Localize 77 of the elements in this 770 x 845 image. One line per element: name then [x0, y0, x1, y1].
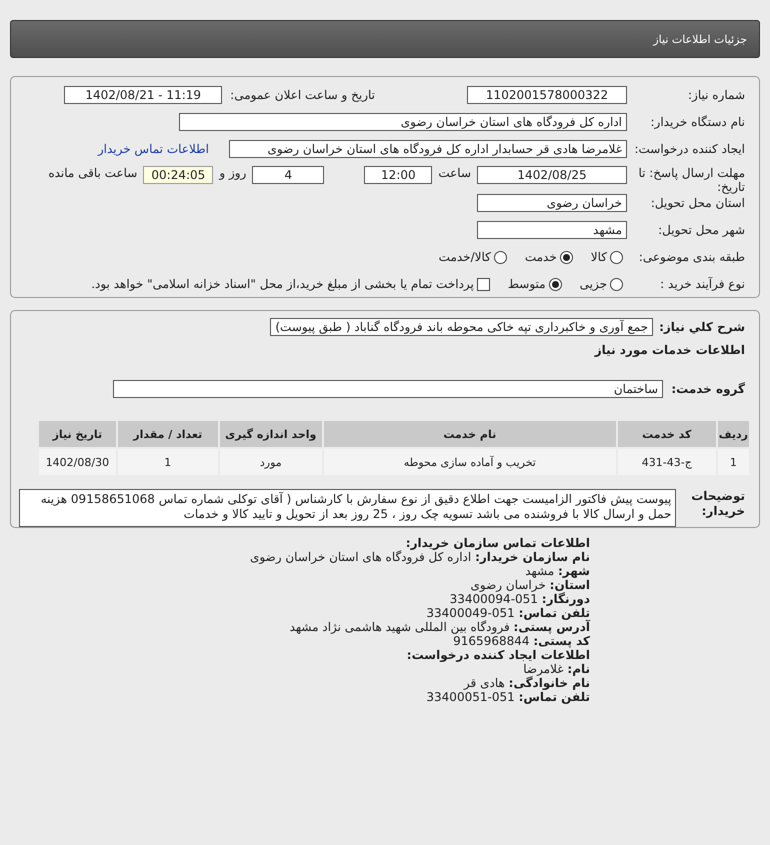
field-label: شرح کلي نیاز:	[659, 320, 745, 334]
table-cell: تخریب و آماده سازی محوطه	[324, 449, 616, 475]
contact-value: 051-33400049	[426, 606, 515, 620]
field-label: گروه خدمت:	[670, 382, 745, 396]
column-header: واحد اندازه گیری	[220, 421, 322, 447]
contact-value: فرودگاه بین المللی شهید هاشمی نژاد مشهد	[290, 620, 510, 634]
remaining-time-field: 00:24:05	[143, 166, 214, 184]
contact-value: غلامرضا	[523, 662, 564, 676]
description-field: جمع آوری و خاکبرداری تپه خاکی محوطه باند فرودگاه گناباد ( طبق پیوست)	[270, 318, 654, 336]
contact-value: 9165968844	[453, 634, 530, 648]
radio-button[interactable]	[494, 250, 507, 264]
buyer-notes-field: پیوست پیش فاکتور الزامیست جهت اطلاع دقیق از نوع سفارش با کارشناس ( آقای توکلی شماره تماس 09158651068 هزینه حمل و ارسال کالا با فروشنده می باشد تسویه چک روز ، 25 روز بعد از تحویل و تایید کالا و خدمات	[19, 489, 676, 527]
column-header: نام خدمت	[324, 421, 616, 447]
contact-label: دورنگار:	[542, 592, 590, 606]
days-field: 4	[252, 166, 324, 184]
contact-label: آدرس پستی:	[514, 620, 590, 634]
radio-label: کالا	[590, 250, 607, 264]
column-header: کد خدمت	[618, 421, 716, 447]
radio-label: جزیی	[580, 277, 607, 291]
contact-value: مشهد	[525, 564, 554, 578]
field-label: توضیحات خریدار:	[690, 489, 745, 519]
table-cell: 1	[118, 449, 218, 475]
contact-heading: اطلاعات تماس سازمان خریدار:	[404, 536, 590, 550]
deadline-date-field: 1402/08/25	[477, 166, 627, 184]
radio-button[interactable]	[610, 278, 623, 290]
field-label: شماره نیاز:	[687, 88, 745, 102]
buyer-org-field: اداره کل فرودگاه های استان خراسان رضوی	[179, 113, 627, 131]
contact-label: نام خانوادگی:	[508, 676, 590, 690]
requester-field: غلامرضا هادی قر حسابدار اداره کل فرودگاه های استان خراسان رضوی	[229, 140, 627, 158]
province-field: خراسان رضوی	[477, 194, 627, 212]
deadline-time-field: 12:00	[364, 166, 432, 184]
field-label: نام دستگاه خریدار:	[650, 115, 745, 129]
contact-label: تلفن تماس:	[518, 606, 590, 620]
contact-label: نام:	[567, 662, 590, 676]
contact-value: 051-33400094	[450, 592, 538, 606]
contact-label: کد پستی:	[533, 634, 590, 648]
table-cell: ج-43-431	[618, 449, 716, 475]
section-title: اطلاعات خدمات مورد نیاز	[593, 343, 745, 357]
contact-label: نام سازمان خریدار:	[475, 550, 590, 564]
radio-label: متوسط	[508, 277, 546, 291]
contact-heading: اطلاعات ایجاد کننده درخواست:	[406, 648, 590, 662]
radio-button[interactable]	[560, 250, 573, 264]
days-label: روز و	[219, 166, 246, 180]
table-cell: 1	[718, 449, 749, 475]
field-label: شهر محل تحویل:	[657, 223, 745, 237]
contact-value: اداره کل فرودگاه های استان خراسان رضوی	[250, 550, 472, 564]
contact-value: خراسان رضوی	[470, 578, 546, 592]
column-header: تعداد / مقدار	[118, 421, 218, 447]
announce-date-field: 1402/08/21 - 11:19	[64, 86, 222, 104]
field-label: ایجاد کننده درخواست:	[633, 142, 745, 156]
column-header: ردیف	[718, 421, 749, 447]
radio-button[interactable]	[610, 250, 623, 264]
field-label: طبقه بندی موضوعی:	[638, 250, 745, 264]
field-label: مهلت ارسال پاسخ: تا تاریخ:	[637, 166, 745, 194]
checkbox[interactable]	[476, 278, 490, 290]
contact-label: شهر:	[558, 564, 590, 578]
service-group-field: ساختمان	[113, 380, 663, 398]
checkbox-label: پرداخت تمام یا بخشی از مبلغ خرید،از محل "اسناد خزانه اسلامی" خواهد بود.	[91, 277, 474, 291]
radio-label: کالا/خدمت	[438, 250, 491, 264]
radio-button[interactable]	[548, 278, 562, 290]
table-cell: 1402/08/30	[39, 449, 116, 475]
page-title: جزئیات اطلاعات نیاز	[653, 32, 747, 46]
time-label: ساعت	[438, 166, 471, 180]
field-label: نوع فرآیند خرید :	[659, 277, 745, 291]
city-field: مشهد	[477, 221, 627, 239]
need-number-field: 1102001578000322	[467, 86, 627, 104]
contact-value: 051-33400051	[426, 690, 515, 704]
buyer-contact-link[interactable]: اطلاعات تماس خریدار	[98, 142, 209, 156]
radio-label: خدمت	[524, 250, 557, 264]
contact-value: هادی قر	[464, 676, 505, 690]
table-cell: مورد	[220, 449, 322, 475]
remaining-label: ساعت باقی مانده	[48, 166, 138, 180]
contact-label: استان:	[550, 578, 590, 592]
contact-label: تلفن تماس:	[518, 690, 590, 704]
field-label: تاریخ و ساعت اعلان عمومی:	[230, 88, 375, 102]
field-label: استان محل تحویل:	[650, 196, 745, 210]
column-header: تاریخ نیاز	[39, 421, 116, 447]
